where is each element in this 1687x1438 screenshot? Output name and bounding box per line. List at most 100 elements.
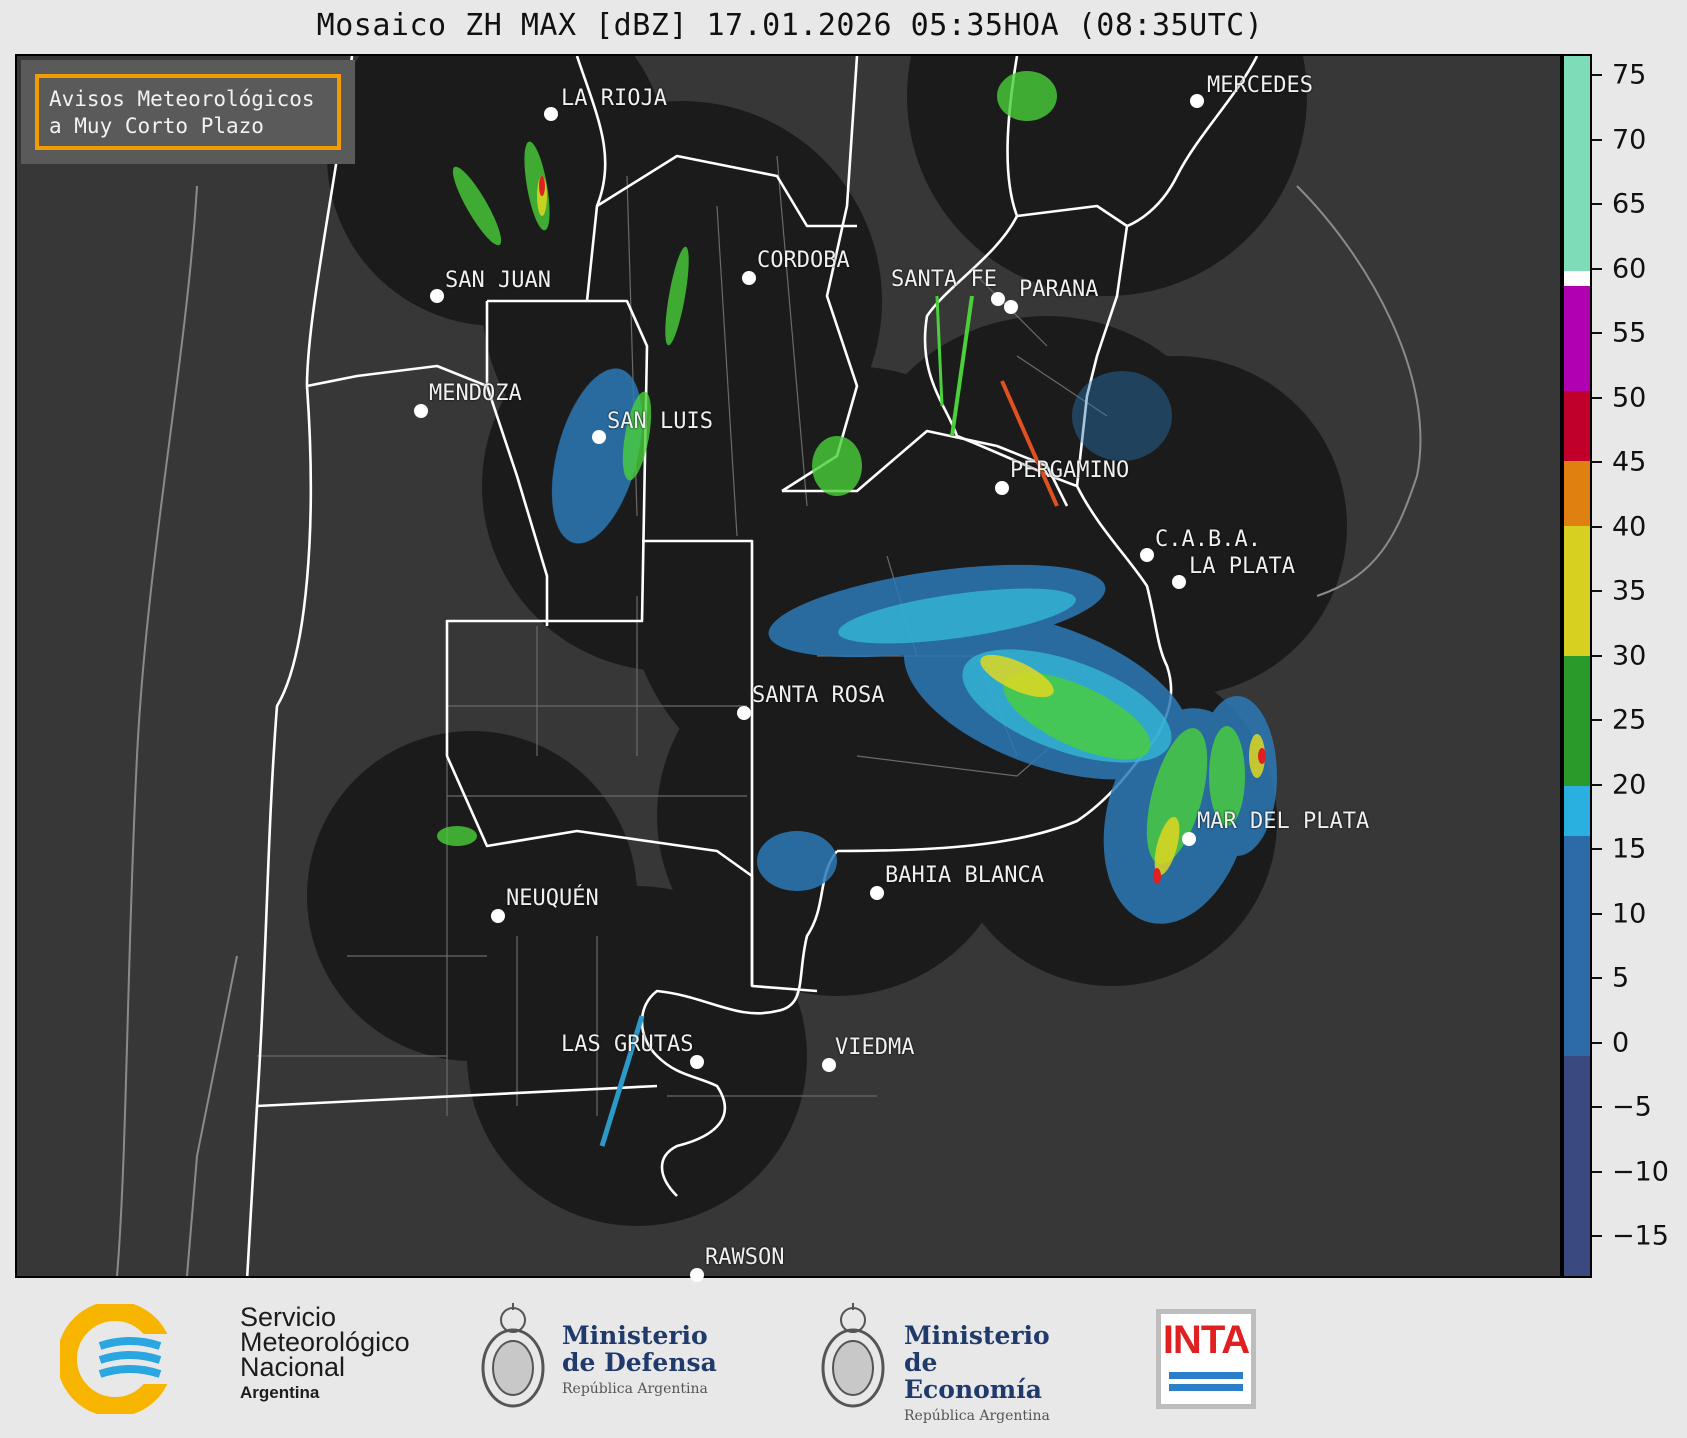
colorbar-tick-label: −10 [1612, 1156, 1669, 1187]
colorbar-tick-label: 65 [1612, 188, 1647, 220]
city-label: SAN LUIS [607, 409, 713, 434]
notice-line-1: Avisos Meteorológicos [49, 87, 315, 111]
colorbar-tick-label: 25 [1612, 704, 1647, 736]
city-label: SANTA ROSA [752, 683, 885, 708]
city-marker[interactable] [414, 404, 428, 418]
city-marker[interactable] [822, 1058, 836, 1072]
city-label: VIEDMA [835, 1035, 915, 1060]
inta-logo-panel: INTA [1161, 1314, 1251, 1404]
smn-line-4: Argentina [240, 1383, 320, 1402]
smn-line-3: Nacional [240, 1352, 346, 1382]
economia-line-3: República Argentina [904, 1408, 1050, 1424]
economia-logo[interactable]: Ministerio de Economía República Argenti… [818, 1280, 1078, 1438]
defensa-line-2: de Defensa [562, 1348, 717, 1377]
colorbar-tickmark [1592, 203, 1602, 205]
city-label: SAN JUAN [445, 268, 551, 293]
city-label: C.A.B.A. [1155, 527, 1261, 552]
colorbar-tickmark [1592, 1235, 1602, 1237]
city-marker[interactable] [991, 292, 1005, 306]
city-label: MAR DEL PLATA [1197, 809, 1370, 834]
radar-map-canvas [116, 56, 1422, 1276]
colorbar-tick-label: 70 [1612, 124, 1647, 155]
radar-map[interactable] [15, 54, 1562, 1278]
colorbar-band [1564, 56, 1590, 271]
city-label: RAWSON [705, 1245, 785, 1270]
city-label: SANTA FE [891, 267, 997, 292]
city-marker[interactable] [995, 481, 1009, 495]
colorbar-band [1564, 526, 1590, 656]
colorbar-tick-label: 40 [1612, 511, 1647, 542]
city-marker[interactable] [1140, 548, 1154, 562]
city-marker[interactable] [1182, 832, 1196, 846]
national-seal-icon [481, 1303, 545, 1408]
economia-line-1: Ministerio [904, 1321, 1050, 1350]
map-title: Mosaico ZH MAX [dBZ] 17.01.2026 05:35HOA… [316, 8, 1264, 43]
city-label: MERCEDES [1207, 73, 1313, 98]
colorbar-tickmark [1592, 848, 1602, 850]
colorbar-tickmark [1592, 332, 1602, 334]
colorbar-tick-label: 35 [1612, 575, 1647, 607]
city-marker[interactable] [870, 886, 884, 900]
city-label: BAHIA BLANCA [885, 863, 1044, 888]
colorbar-tickmark [1592, 74, 1602, 76]
colorbar-tick-label: 60 [1612, 253, 1647, 284]
city-marker[interactable] [737, 706, 751, 720]
colorbar-band [1564, 461, 1590, 526]
city-marker[interactable] [690, 1055, 704, 1069]
colorbar-tick-label: 45 [1612, 446, 1647, 478]
economia-line-2: de Economía [904, 1348, 1042, 1404]
notice-panel: Avisos Meteorológicos a Muy Corto Plazo [21, 60, 355, 164]
colorbar-tick-label: 5 [1612, 962, 1630, 994]
smn-emblem-icon [60, 1304, 170, 1414]
colorbar-tick-label: 0 [1612, 1027, 1630, 1058]
inta-logo[interactable]: INTA [1156, 1309, 1256, 1409]
city-marker[interactable] [430, 289, 444, 303]
colorbar-band [1564, 786, 1590, 836]
city-label: PERGAMINO [1010, 458, 1130, 483]
colorbar-tickmark [1592, 590, 1602, 592]
notice-box[interactable]: Avisos Meteorológicos a Muy Corto Plazo [35, 74, 341, 150]
city-label: MENDOZA [429, 381, 522, 406]
city-label: PARANA [1019, 277, 1099, 302]
economia-logo-text: Ministerio de Economía República Argenti… [904, 1322, 1078, 1430]
city-marker[interactable] [1172, 575, 1186, 589]
colorbar-tickmark [1592, 267, 1602, 270]
city-marker[interactable] [1190, 94, 1204, 108]
colorbar-tick-label: 10 [1612, 898, 1647, 929]
colorbar-band [1564, 271, 1590, 286]
city-label: LAS GRUTAS [561, 1032, 694, 1057]
defensa-logo-text: Ministerio de Defensa República Argentin… [562, 1322, 717, 1403]
defensa-line-1: Ministerio [562, 1321, 708, 1350]
colorbar-tick-label: 55 [1612, 317, 1647, 349]
inta-stripe-1 [1169, 1372, 1243, 1379]
city-label: CORDOBA [757, 248, 850, 273]
colorbar-tickmark [1592, 783, 1602, 786]
footer-logos: Servicio Meteorológico Nacional Argentin… [0, 1280, 1687, 1438]
colorbar-tickmark [1592, 1041, 1602, 1044]
defensa-line-3: República Argentina [562, 1381, 708, 1397]
inta-logo-text: INTA [1162, 1318, 1250, 1362]
city-label: LA PLATA [1189, 554, 1295, 579]
colorbar-tick-label: 15 [1612, 833, 1647, 865]
city-marker[interactable] [1004, 300, 1018, 314]
city-marker[interactable] [742, 271, 756, 285]
city-marker[interactable] [592, 430, 606, 444]
city-label: LA RIOJA [561, 86, 667, 111]
colorbar-tickmark [1592, 396, 1602, 399]
colorbar-tickmark [1592, 525, 1602, 528]
city-marker[interactable] [491, 909, 505, 923]
smn-logo-text: Servicio Meteorológico Nacional Argentin… [240, 1304, 410, 1405]
colorbar-band [1564, 656, 1590, 786]
national-seal-icon [821, 1303, 885, 1408]
colorbar-tickmark [1592, 912, 1602, 915]
colorbar-band [1564, 1056, 1590, 1276]
smn-logo[interactable]: Servicio Meteorológico Nacional Argentin… [60, 1280, 410, 1438]
defensa-logo[interactable]: Ministerio de Defensa República Argentin… [478, 1280, 728, 1438]
city-marker[interactable] [544, 107, 558, 121]
colorbar [1562, 54, 1592, 1278]
colorbar-tickmark [1592, 1106, 1602, 1108]
colorbar-tickmark [1592, 1170, 1602, 1173]
colorbar-tickmark [1592, 654, 1602, 657]
colorbar-tickmark [1592, 977, 1602, 979]
city-label: NEUQUÉN [506, 886, 599, 911]
